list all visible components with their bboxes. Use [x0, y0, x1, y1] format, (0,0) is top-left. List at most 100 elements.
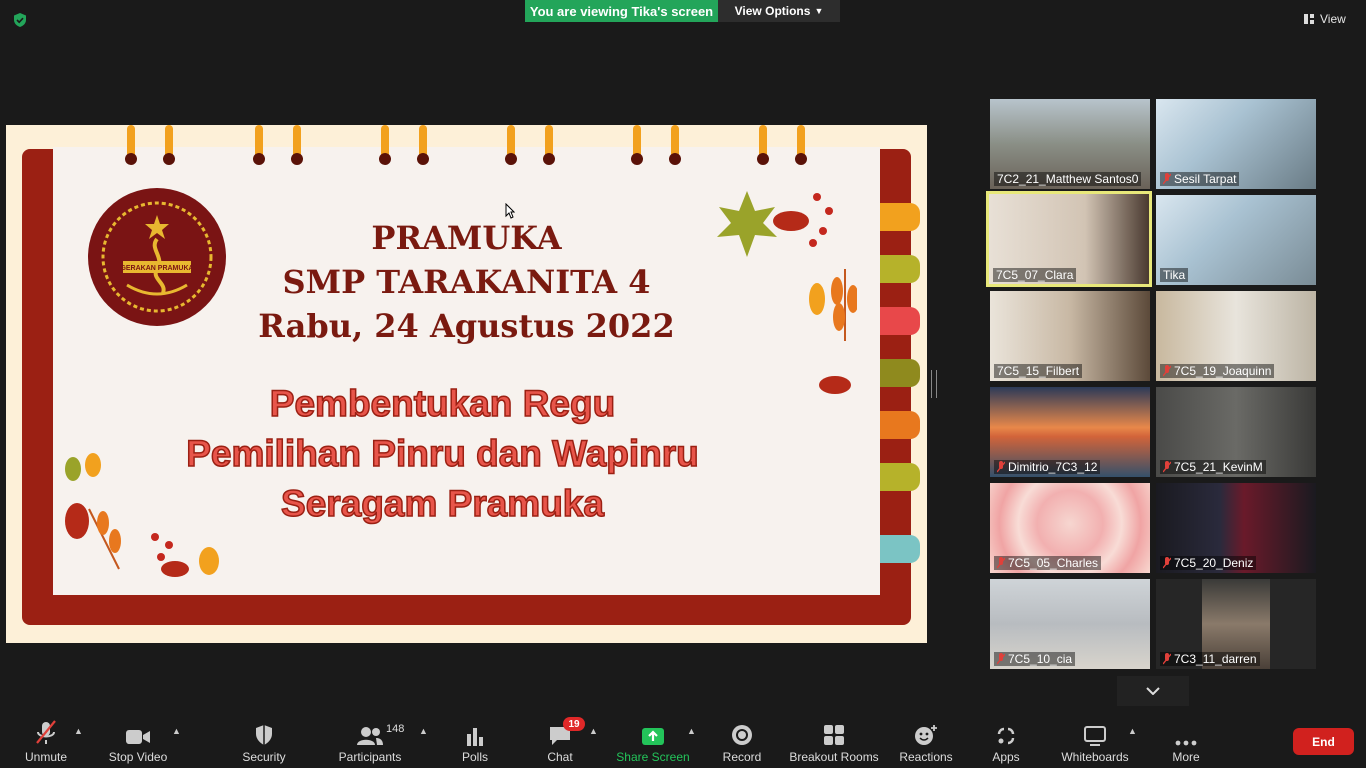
slide-tab: [880, 255, 920, 283]
participants-icon: [357, 727, 383, 745]
slide-tab: [880, 535, 920, 563]
participant-name: 7C5_05_Charles: [1008, 556, 1099, 570]
muted-mic-icon: [1163, 461, 1171, 473]
bar-chart-icon: [467, 728, 483, 746]
unmute-label: Unmute: [24, 750, 68, 764]
participants-button[interactable]: Participants: [334, 712, 406, 768]
grid-view-icon: [1304, 14, 1314, 24]
muted-mic-icon: [1163, 365, 1171, 377]
binder-ring: [669, 125, 681, 165]
chevron-down-icon: [1146, 687, 1160, 695]
chat-options-caret[interactable]: ▲: [589, 726, 598, 736]
video-tile[interactable]: Tika: [1156, 195, 1316, 285]
gerakan-pramuka-logo: GERAKAN PRAMUKA: [88, 188, 226, 326]
more-button[interactable]: More: [1162, 712, 1210, 768]
apps-icon: [997, 727, 1015, 745]
binder-ring: [125, 125, 137, 165]
participant-name: 7C5_15_Filbert: [997, 364, 1080, 378]
video-tile-active-speaker[interactable]: 7C5_07_Clara: [986, 191, 1152, 287]
share-screen-label: Share Screen: [616, 750, 690, 764]
whiteboards-button[interactable]: Whiteboards: [1056, 712, 1134, 768]
video-tile[interactable]: Dimitrio_7C3_12: [990, 387, 1150, 477]
record-button[interactable]: Record: [716, 712, 768, 768]
whiteboards-options-caret[interactable]: ▲: [1128, 726, 1137, 736]
slide-tab: [880, 203, 920, 231]
video-tile[interactable]: 7C5_20_Deniz: [1156, 483, 1316, 573]
video-tile[interactable]: 7C5_10_cia: [990, 579, 1150, 669]
video-tile[interactable]: Sesil Tarpat: [1156, 99, 1316, 189]
breakout-rooms-icon: [824, 725, 844, 745]
security-shield-icon: [14, 13, 26, 27]
unmute-button[interactable]: Unmute: [16, 712, 76, 768]
participant-name: 7C5_21_KevinM: [1174, 460, 1263, 474]
binder-ring: [631, 125, 643, 165]
participant-name: Sesil Tarpat: [1174, 172, 1237, 186]
binder-ring: [757, 125, 769, 165]
whiteboards-label: Whiteboards: [1061, 750, 1129, 764]
smiley-plus-icon: [915, 725, 937, 745]
record-icon: [732, 725, 752, 745]
binder-ring: [163, 125, 175, 165]
share-screen-icon: [642, 728, 664, 745]
chat-label: Chat: [547, 750, 573, 764]
view-options-button[interactable]: View Options ▼: [718, 0, 840, 22]
binder-ring: [505, 125, 517, 165]
reactions-button[interactable]: Reactions: [896, 712, 956, 768]
mouse-cursor-icon: [505, 203, 515, 219]
participant-name: 7C2_21_Matthew Santos0: [997, 172, 1139, 186]
shared-screen: GERAKAN PRAMUKA PRAMUKA SMP TARAKANITA 4…: [6, 125, 927, 643]
video-tile[interactable]: 7C5_05_Charles: [990, 483, 1150, 573]
security-label: Security: [242, 750, 286, 764]
gallery-next-page-button[interactable]: [1117, 676, 1189, 706]
muted-mic-icon: [997, 461, 1005, 473]
video-tile[interactable]: 7C5_19_Joaquinn: [1156, 291, 1316, 381]
participant-name: 7C5_10_cia: [1008, 652, 1073, 666]
video-camera-icon: [126, 730, 150, 744]
video-tile[interactable]: 7C5_15_Filbert: [990, 291, 1150, 381]
breakout-rooms-label: Breakout Rooms: [789, 750, 879, 764]
viewing-screen-banner: You are viewing Tika's screen: [525, 0, 718, 22]
slide-tab: [880, 359, 920, 387]
participant-name: 7C5_07_Clara: [996, 268, 1074, 282]
participant-name: Tika: [1163, 268, 1186, 282]
breakout-rooms-button[interactable]: Breakout Rooms: [788, 712, 880, 768]
share-options-caret[interactable]: ▲: [687, 726, 696, 736]
stop-video-button[interactable]: Stop Video: [104, 712, 172, 768]
end-meeting-button[interactable]: End: [1293, 728, 1354, 755]
slide-topic-line1: Pembentukan Regu: [269, 382, 616, 425]
muted-mic-icon: [1163, 173, 1171, 185]
participant-count: 148: [386, 723, 405, 735]
muted-mic-icon: [36, 720, 56, 744]
binder-ring: [291, 125, 303, 165]
slide-tab: [880, 463, 920, 491]
participants-options-caret[interactable]: ▲: [419, 726, 428, 736]
share-screen-button[interactable]: Share Screen: [616, 712, 690, 768]
apps-button[interactable]: Apps: [984, 712, 1028, 768]
more-dots-icon: [1175, 740, 1197, 746]
reactions-label: Reactions: [899, 750, 953, 764]
view-label: View: [1320, 12, 1346, 26]
audio-options-caret[interactable]: ▲: [74, 726, 83, 736]
participant-name: Dimitrio_7C3_12: [1008, 460, 1098, 474]
slide-tab: [880, 411, 920, 439]
binder-ring: [379, 125, 391, 165]
slide-card: GERAKAN PRAMUKA PRAMUKA SMP TARAKANITA 4…: [53, 125, 880, 595]
binder-ring: [417, 125, 429, 165]
polls-button[interactable]: Polls: [450, 712, 500, 768]
chevron-down-icon: ▼: [814, 6, 824, 16]
leaf-icon: [819, 376, 851, 394]
video-tile[interactable]: 7C3_11_darren: [1156, 579, 1316, 669]
view-options-label: View Options: [734, 4, 811, 18]
whiteboard-icon: [1084, 726, 1106, 746]
video-tile[interactable]: 7C5_21_KevinM: [1156, 387, 1316, 477]
binder-ring: [543, 125, 555, 165]
chat-unread-badge: 19: [563, 717, 585, 731]
muted-mic-icon: [997, 653, 1005, 665]
autumn-leaves-decoration: [717, 191, 857, 341]
video-tile[interactable]: 7C2_21_Matthew Santos0: [990, 99, 1150, 189]
resize-splitter[interactable]: [931, 370, 937, 398]
security-button[interactable]: Security: [234, 712, 294, 768]
view-button[interactable]: View: [1303, 8, 1359, 30]
stop-video-label: Stop Video: [108, 750, 168, 764]
video-options-caret[interactable]: ▲: [172, 726, 181, 736]
